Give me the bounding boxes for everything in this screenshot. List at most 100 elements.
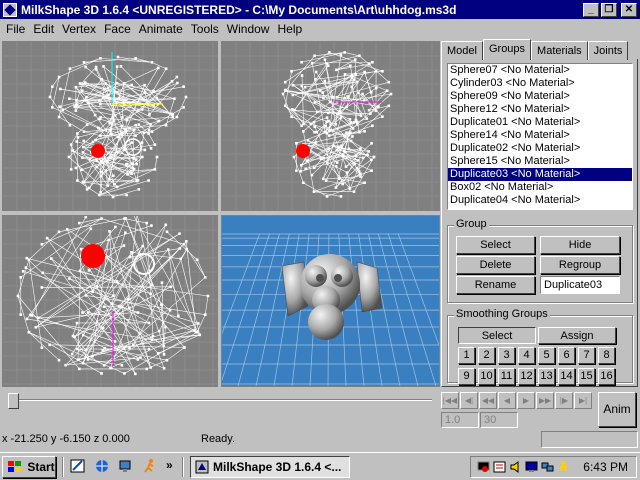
close-button[interactable]: ✕ bbox=[621, 2, 637, 17]
menu-bar: File Edit Vertex Face Animate Tools Wind… bbox=[0, 19, 640, 38]
smoothing-group-button-7[interactable]: 7 bbox=[578, 347, 595, 364]
taskbar-milkshape-label: MilkShape 3D 1.6.4 <... bbox=[213, 460, 342, 474]
menu-face[interactable]: Face bbox=[100, 22, 135, 36]
prev-key-icon[interactable]: ◀| bbox=[460, 392, 478, 409]
viewport-front[interactable] bbox=[2, 41, 218, 211]
top-wireframe[interactable] bbox=[3, 216, 217, 386]
tab-groups[interactable]: Groups bbox=[482, 39, 532, 60]
smoothing-group-button-3[interactable]: 3 bbox=[498, 347, 515, 364]
timeline-slider-thumb[interactable] bbox=[8, 393, 19, 409]
group-hide-button[interactable]: Hide bbox=[540, 236, 620, 254]
first-frame-icon[interactable]: |◀◀ bbox=[441, 392, 459, 409]
maximize-button[interactable]: ❐ bbox=[601, 2, 617, 17]
viewport-3d[interactable] bbox=[221, 215, 440, 387]
system-tray: 6:43 PM bbox=[470, 456, 637, 478]
smoothing-assign-button[interactable]: Assign bbox=[538, 327, 616, 344]
next-frame-icon[interactable]: ▶ bbox=[517, 392, 535, 409]
smoothing-group-button-6[interactable]: 6 bbox=[558, 347, 575, 364]
tab-materials[interactable]: Materials bbox=[531, 41, 588, 60]
tray-network-icon[interactable] bbox=[541, 460, 554, 474]
smoothing-group-button-4[interactable]: 4 bbox=[518, 347, 535, 364]
tray-monitor-icon[interactable] bbox=[477, 460, 490, 474]
group-list-item[interactable]: Duplicate03 <No Material> bbox=[448, 168, 632, 181]
frame-start-field[interactable]: 1.0 bbox=[441, 412, 479, 428]
runner-icon[interactable] bbox=[142, 458, 158, 474]
smoothing-select-button[interactable]: Select bbox=[458, 327, 536, 344]
smoothing-group-button-14[interactable]: 14 bbox=[558, 368, 575, 385]
group-select-button[interactable]: Select bbox=[456, 236, 535, 254]
menu-help[interactable]: Help bbox=[273, 22, 306, 36]
smoothing-group-button-12[interactable]: 12 bbox=[518, 368, 535, 385]
anim-button[interactable]: Anim bbox=[598, 392, 636, 427]
menu-window[interactable]: Window bbox=[223, 22, 274, 36]
start-button[interactable]: Start bbox=[2, 456, 56, 478]
tray-volume-icon[interactable] bbox=[509, 460, 522, 474]
smoothing-group-button-13[interactable]: 13 bbox=[538, 368, 555, 385]
smoothing-group-button-2[interactable]: 2 bbox=[478, 347, 495, 364]
next-key-icon[interactable]: |▶ bbox=[555, 392, 573, 409]
frame-end-field[interactable]: 30 bbox=[480, 412, 518, 428]
network-icon[interactable] bbox=[118, 458, 134, 474]
status-message: Ready. bbox=[201, 433, 236, 445]
viewport-top[interactable] bbox=[2, 215, 218, 387]
tray-scheduler-icon[interactable] bbox=[493, 460, 506, 474]
tray-clock: 6:43 PM bbox=[583, 460, 628, 474]
group-rename-button[interactable]: Rename bbox=[456, 276, 535, 294]
group-list-item[interactable]: Sphere15 <No Material> bbox=[448, 155, 632, 168]
smoothing-groups-label: Smoothing Groups bbox=[454, 308, 550, 320]
tab-joints[interactable]: Joints bbox=[587, 41, 629, 60]
smoothing-group-button-9[interactable]: 9 bbox=[458, 368, 475, 385]
group-name-field[interactable]: Duplicate03 bbox=[540, 276, 620, 294]
smoothing-group-button-10[interactable]: 10 bbox=[478, 368, 495, 385]
smoothing-group-button-8[interactable]: 8 bbox=[598, 347, 615, 364]
group-list-item[interactable]: Duplicate02 <No Material> bbox=[448, 142, 632, 155]
windows-logo-icon bbox=[8, 461, 21, 472]
group-regroup-button[interactable]: Regroup bbox=[540, 256, 620, 274]
group-list-item[interactable]: Cylinder03 <No Material> bbox=[448, 77, 632, 90]
menu-tools[interactable]: Tools bbox=[187, 22, 223, 36]
group-list-item[interactable]: Duplicate04 <No Material> bbox=[448, 194, 632, 207]
tray-agent-icon[interactable] bbox=[557, 460, 570, 474]
group-box-label: Group bbox=[454, 218, 489, 230]
smoothing-group-button-11[interactable]: 11 bbox=[498, 368, 515, 385]
milkshape-app-icon[interactable] bbox=[3, 2, 17, 17]
groups-listbox[interactable]: Sphere07 <No Material> Cylinder03 <No Mat… bbox=[447, 63, 633, 210]
minimize-button[interactable]: _ bbox=[583, 2, 599, 17]
rewind-icon[interactable]: ◀◀ bbox=[479, 392, 497, 409]
smoothing-group-button-5[interactable]: 5 bbox=[538, 347, 555, 364]
group-list-item[interactable]: Sphere14 <No Material> bbox=[448, 129, 632, 142]
menu-animate[interactable]: Animate bbox=[135, 22, 187, 36]
prev-frame-icon[interactable]: ◀ bbox=[498, 392, 516, 409]
menu-vertex[interactable]: Vertex bbox=[58, 22, 100, 36]
status-coordinates: x -21.250 y -6.150 z 0.000 bbox=[2, 433, 130, 445]
taskbar-separator bbox=[62, 457, 64, 477]
start-label: Start bbox=[27, 460, 55, 474]
group-delete-button[interactable]: Delete bbox=[456, 256, 535, 274]
front-wireframe[interactable] bbox=[3, 42, 217, 210]
perspective-render[interactable] bbox=[222, 216, 439, 386]
smoothing-group-button-1[interactable]: 1 bbox=[458, 347, 475, 364]
viewport-side[interactable] bbox=[221, 41, 440, 211]
smoothing-group-button-15[interactable]: 15 bbox=[578, 368, 595, 385]
tray-display-icon[interactable] bbox=[525, 460, 538, 474]
menu-edit[interactable]: Edit bbox=[29, 22, 58, 36]
last-frame-icon[interactable]: ▶| bbox=[574, 392, 592, 409]
menu-file[interactable]: File bbox=[2, 22, 29, 36]
quicklaunch-chevron[interactable]: » bbox=[166, 458, 173, 472]
windows-taskbar: Start » MilkShape 3D 1.6.4 <... 6:43 PM bbox=[0, 452, 640, 480]
group-list-item[interactable]: Duplicate01 <No Material> bbox=[448, 116, 632, 129]
status-panel-right bbox=[541, 431, 638, 448]
side-wireframe[interactable] bbox=[222, 42, 439, 210]
timeline-track[interactable] bbox=[16, 399, 432, 401]
group-list-item[interactable]: Sphere07 <No Material> bbox=[448, 64, 632, 77]
tab-model[interactable]: Model bbox=[441, 41, 483, 60]
taskbar-milkshape-button[interactable]: MilkShape 3D 1.6.4 <... bbox=[190, 456, 350, 478]
pen-editor-icon[interactable] bbox=[70, 458, 86, 474]
browser-icon[interactable] bbox=[94, 458, 110, 474]
group-list-item[interactable]: Sphere09 <No Material> bbox=[448, 90, 632, 103]
forward-icon[interactable]: ▶▶ bbox=[536, 392, 554, 409]
group-list-item[interactable]: Sphere12 <No Material> bbox=[448, 103, 632, 116]
status-bar: x -21.250 y -6.150 z 0.000 Ready. bbox=[0, 430, 640, 449]
smoothing-group-button-16[interactable]: 16 bbox=[598, 368, 615, 385]
group-list-item[interactable]: Box02 <No Material> bbox=[448, 181, 632, 194]
